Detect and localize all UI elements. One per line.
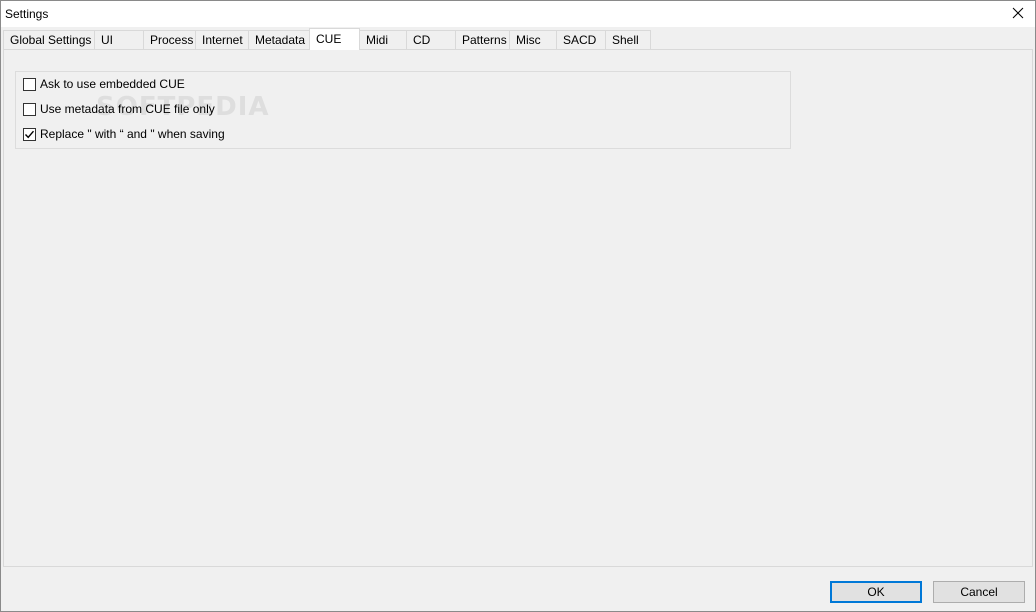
ask-embedded-cue-checkbox[interactable] <box>23 77 36 91</box>
cue-options-group: SOFTPEDIA Ask to use embedded CUE Use me… <box>15 71 791 149</box>
tab-misc[interactable]: Misc <box>509 30 557 49</box>
window-title: Settings <box>5 7 49 21</box>
tab-strip: Global Settings UI Process Internet Meta… <box>3 28 1033 50</box>
replace-quotes-label: Replace " with “ and " when saving <box>40 127 225 141</box>
ok-button[interactable]: OK <box>830 581 922 603</box>
metadata-from-cue-option[interactable]: Use metadata from CUE file only <box>23 101 215 117</box>
checkmark-icon <box>24 130 35 138</box>
ask-embedded-cue-option[interactable]: Ask to use embedded CUE <box>23 76 185 92</box>
replace-quotes-checkbox[interactable] <box>23 127 36 141</box>
metadata-from-cue-checkbox[interactable] <box>23 102 36 116</box>
cue-tab-panel: SOFTPEDIA Ask to use embedded CUE Use me… <box>3 49 1033 567</box>
close-icon <box>1012 7 1024 22</box>
tab-cue[interactable]: CUE <box>309 28 360 50</box>
tab-process[interactable]: Process <box>143 30 196 49</box>
close-button[interactable] <box>1001 1 1035 27</box>
replace-quotes-option[interactable]: Replace " with “ and " when saving <box>23 126 225 142</box>
tab-sacd[interactable]: SACD <box>556 30 606 49</box>
tab-metadata[interactable]: Metadata <box>248 30 310 49</box>
tab-global-settings[interactable]: Global Settings <box>3 30 95 49</box>
settings-window: Settings Global Settings UI Process Inte… <box>0 0 1036 612</box>
tab-internet[interactable]: Internet <box>195 30 249 49</box>
ask-embedded-cue-label: Ask to use embedded CUE <box>40 77 185 91</box>
tab-ui[interactable]: UI <box>94 30 144 49</box>
tab-midi[interactable]: Midi <box>359 30 407 49</box>
tab-cd[interactable]: CD <box>406 30 456 49</box>
tab-patterns[interactable]: Patterns <box>455 30 510 49</box>
title-bar: Settings <box>1 1 1035 27</box>
metadata-from-cue-label: Use metadata from CUE file only <box>40 102 215 116</box>
cancel-button[interactable]: Cancel <box>933 581 1025 603</box>
tab-shell[interactable]: Shell <box>605 30 651 49</box>
